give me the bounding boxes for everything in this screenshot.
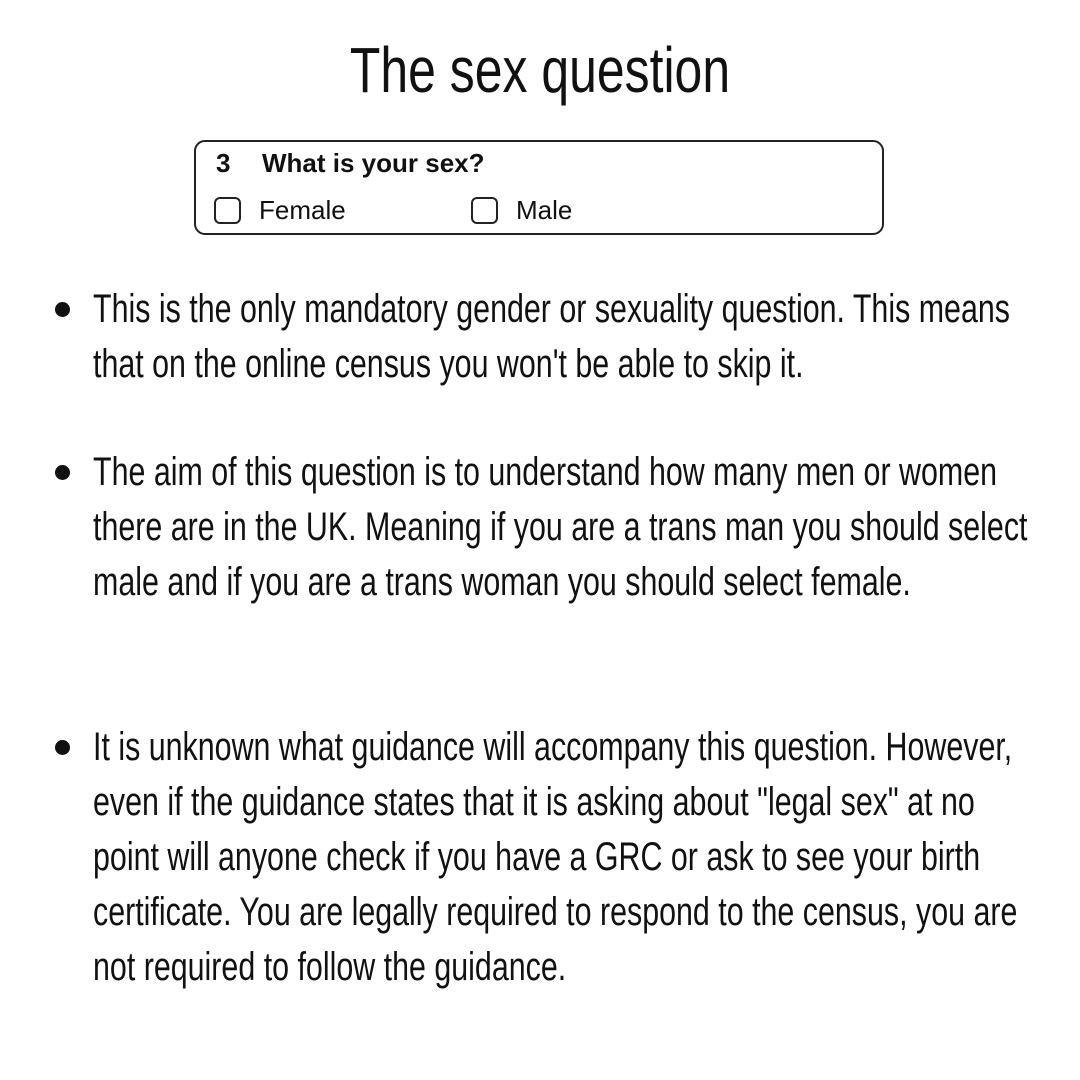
bullet-dot-icon — [55, 465, 70, 480]
female-label: Female — [259, 195, 346, 225]
male-checkbox[interactable] — [471, 197, 498, 224]
bullet-dot-icon — [55, 302, 70, 317]
census-question-box: 3 What is your sex? Female Male — [194, 140, 884, 235]
question-number: 3 — [216, 148, 231, 178]
page-title: The sex question — [349, 34, 731, 106]
female-checkbox[interactable] — [214, 197, 241, 224]
bullet-text: It is unknown what guidance will accompa… — [93, 725, 1018, 989]
male-label: Male — [516, 195, 573, 225]
male-option[interactable]: Male — [471, 195, 572, 226]
bullet-text: This is the only mandatory gender or sex… — [93, 287, 1010, 386]
bullet-dot-icon — [55, 740, 70, 755]
bullet-text: The aim of this question is to understan… — [93, 450, 1028, 604]
question-text: What is your sex? — [262, 148, 485, 178]
female-option[interactable]: Female — [214, 195, 346, 226]
